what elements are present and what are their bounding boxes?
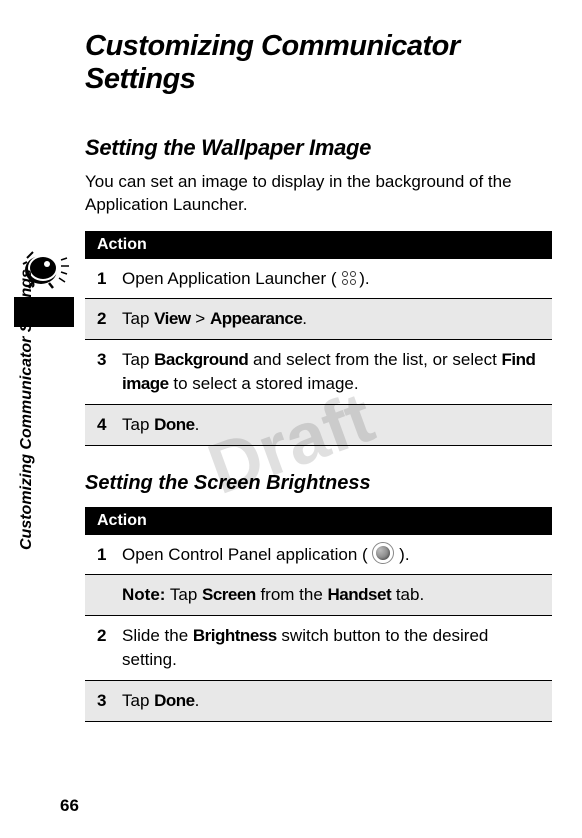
step-text: Tap Done. <box>122 689 540 713</box>
step-text: Tap View > Appearance. <box>122 307 540 331</box>
action-step: 4 Tap Done. <box>85 405 552 446</box>
step-number: 2 <box>97 307 122 331</box>
section-brightness-title: Setting the Screen Brightness <box>85 472 552 495</box>
step-text: Tap Background and select from the list,… <box>122 348 540 396</box>
step-text: Note: Tap Screen from the Handset tab. <box>122 583 540 607</box>
step-text: Tap Done. <box>122 413 540 437</box>
step-number: 4 <box>97 413 122 437</box>
step-number: 3 <box>97 348 122 372</box>
section-wallpaper-intro: You can set an image to display in the b… <box>85 171 552 217</box>
step-number: 3 <box>97 689 122 713</box>
step-text: Open Control Panel application ( ). <box>122 543 540 567</box>
action-step: 3 Tap Done. <box>85 681 552 722</box>
action-header: Action <box>85 507 552 535</box>
step-number: 2 <box>97 624 122 648</box>
step-number: 1 <box>97 267 122 291</box>
page-title: Customizing Communicator Settings <box>85 30 552 97</box>
action-step: 1 Open Control Panel application ( ). <box>85 535 552 576</box>
action-step: 2 Slide the Brightness switch button to … <box>85 616 552 681</box>
action-step: 1 Open Application Launcher ( ). <box>85 259 552 300</box>
action-step: 3 Tap Background and select from the lis… <box>85 340 552 405</box>
section-wallpaper-title: Setting the Wallpaper Image <box>85 135 552 161</box>
action-note: Note: Tap Screen from the Handset tab. <box>85 575 552 616</box>
app-launcher-icon <box>341 271 359 285</box>
action-header: Action <box>85 231 552 259</box>
main-content: Customizing Communicator Settings Settin… <box>85 30 552 722</box>
step-number: 1 <box>97 543 122 567</box>
step-text: Slide the Brightness switch button to th… <box>122 624 540 672</box>
step-text: Open Application Launcher ( ). <box>122 267 540 291</box>
control-panel-gear-icon <box>372 542 394 564</box>
action-step: 2 Tap View > Appearance. <box>85 299 552 340</box>
side-running-header: Customizing Communicator Settings <box>18 269 36 550</box>
page-number: 66 <box>60 796 79 816</box>
